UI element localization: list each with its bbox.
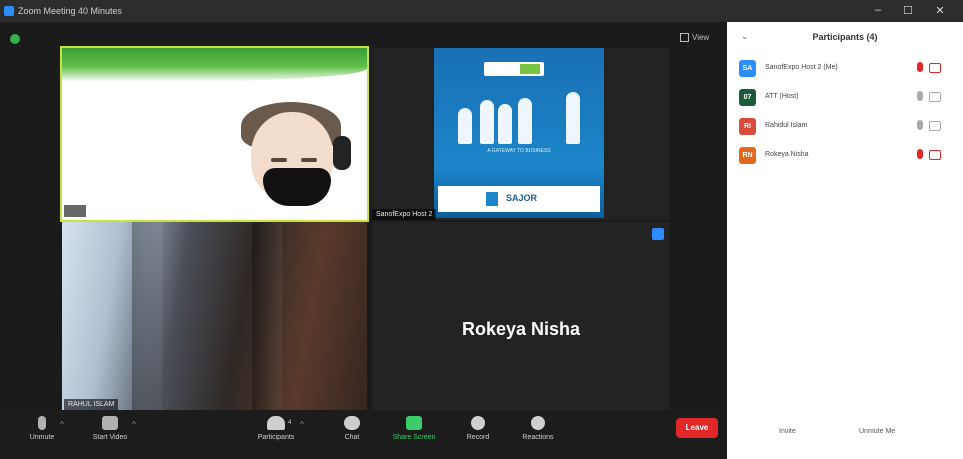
shared-footer: SAJOR: [438, 186, 600, 212]
muted-microphone-icon: [38, 416, 46, 430]
minimize-icon[interactable]: –: [868, 4, 888, 16]
curtain: [252, 222, 282, 412]
fig: [480, 100, 494, 144]
microphone-icon: [917, 91, 923, 101]
chat-label: Chat: [344, 434, 360, 441]
reactions-label: Reactions: [522, 434, 554, 441]
g: [520, 64, 540, 74]
meeting-toolbar: Unmute ^ Start Video ^ Participants 4 ^ …: [0, 410, 727, 459]
unmute-me-button[interactable]: Unmute Me: [859, 428, 895, 435]
participant-display-name: Rokeya Nisha: [461, 319, 581, 339]
microphone-icon: [917, 62, 923, 72]
participant-row[interactable]: 07 ATT (Host): [727, 84, 963, 112]
tile-name-label: RAHUL ISLAM: [64, 399, 119, 410]
participants-label: Participants: [257, 434, 295, 441]
headphones: [333, 136, 351, 170]
participant-name: ATT (Host): [765, 93, 799, 100]
view-button[interactable]: View: [680, 33, 710, 43]
participants-count: 4: [288, 420, 292, 426]
avatar: SA: [739, 60, 756, 77]
expo-badge: [484, 62, 544, 76]
maximize-icon[interactable]: ☐: [898, 4, 918, 17]
participant-row[interactable]: RN Rokeya Nisha: [727, 142, 963, 170]
camera-icon: [929, 63, 941, 73]
tile-name-label: [64, 205, 86, 217]
tile-name-label: SanofExpo Host 2: [372, 209, 437, 220]
shared-tagline: A GATEWAY TO BUSINESS: [487, 148, 551, 154]
face-mask: [263, 168, 331, 206]
participant-video-feed: [237, 102, 353, 220]
fig: [498, 104, 512, 144]
video-tile[interactable]: RAHUL ISLAM: [62, 222, 367, 412]
camera-icon: [929, 150, 941, 160]
shared-screen-content: A GATEWAY TO BUSINESS SAJOR: [434, 48, 604, 218]
record-label: Record: [466, 434, 490, 441]
participant-row[interactable]: RI Rahidul Islam: [727, 113, 963, 141]
invite-button[interactable]: Invite: [779, 428, 796, 435]
eye: [271, 158, 287, 162]
fig: [458, 108, 472, 144]
security-shield-icon[interactable]: [10, 34, 20, 44]
grid-view-icon: [680, 33, 689, 43]
view-label: View: [692, 33, 710, 42]
record-icon: [471, 416, 485, 430]
participant-row[interactable]: SA SanofExpo Host 2 (Me): [727, 55, 963, 83]
avatar: 07: [739, 89, 756, 106]
camera-icon: [929, 92, 941, 102]
unmute-button[interactable]: Unmute ^: [12, 416, 72, 441]
green-banner-background: [62, 48, 367, 82]
title-bar: Zoom Meeting 40 Minutes – ☐ ✕: [0, 0, 963, 22]
microphone-icon: [917, 120, 923, 130]
fig: [518, 98, 532, 144]
start-video-button[interactable]: Start Video ^: [80, 416, 140, 441]
avatar: RN: [739, 147, 756, 164]
unmute-label: Unmute: [29, 434, 55, 441]
screen-share-tile[interactable]: A GATEWAY TO BUSINESS SAJOR SanofExpo Ho…: [372, 48, 670, 220]
participants-panel: ⌄ Participants (4) SA SanofExpo Host 2 (M…: [727, 22, 963, 459]
chat-icon: [344, 416, 360, 430]
participants-panel-title: Participants (4): [812, 32, 878, 42]
window-title: Zoom Meeting 40 Minutes: [18, 6, 123, 16]
record-button[interactable]: Record: [448, 416, 508, 441]
name-only-tile[interactable]: Rokeya Nisha: [372, 222, 670, 412]
avatar: RI: [739, 118, 756, 135]
people-illustration: [454, 84, 584, 144]
reactions-button[interactable]: Reactions: [508, 416, 568, 441]
sajor-logo-icon: [486, 192, 498, 206]
chevron-up-icon[interactable]: ^: [132, 420, 136, 429]
close-icon[interactable]: ✕: [930, 4, 950, 17]
video-tile-active-speaker[interactable]: [60, 46, 369, 222]
fig: [566, 92, 580, 144]
share-screen-button[interactable]: Share Screen: [384, 416, 444, 441]
reactions-icon: [531, 416, 545, 430]
participants-icon: [267, 416, 285, 430]
chat-button[interactable]: Chat: [322, 416, 382, 441]
participant-name: Rahidul Islam: [765, 122, 808, 129]
participant-name: SanofExpo Host 2 (Me): [765, 64, 838, 71]
chevron-up-icon[interactable]: ^: [60, 420, 64, 429]
share-screen-icon: [406, 416, 422, 430]
leave-button[interactable]: Leave: [676, 418, 718, 438]
video-off-icon: [102, 416, 118, 430]
curtain: [132, 222, 162, 412]
participant-name: Rokeya Nisha: [765, 151, 809, 158]
camera-icon: [929, 121, 941, 131]
microphone-icon: [917, 149, 923, 159]
eye: [301, 158, 317, 162]
spotlight-icon[interactable]: [652, 228, 664, 240]
participants-button[interactable]: Participants 4 ^: [246, 416, 306, 441]
share-screen-label: Share Screen: [392, 434, 436, 441]
brand-text: SAJOR: [506, 193, 538, 203]
chevron-up-icon[interactable]: ^: [300, 420, 304, 429]
zoom-app-icon: [4, 6, 14, 16]
start-video-label: Start Video: [92, 434, 128, 441]
